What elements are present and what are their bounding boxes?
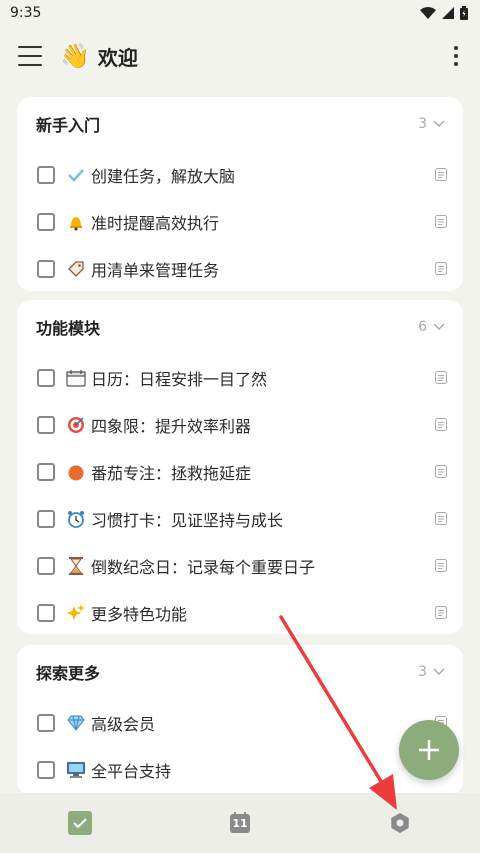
section-title: 探索更多 (36, 664, 101, 683)
task-row[interactable]: 倒数纪念日：记录每个重要日子 (17, 542, 463, 589)
note-icon (435, 215, 447, 228)
task-checkbox[interactable] (37, 760, 55, 779)
task-label: 番茄专注：拯救拖延症 (91, 463, 252, 483)
page-title: 欢迎 (97, 45, 138, 70)
alarm-clock-icon (66, 509, 86, 529)
task-label: 用清单来管理任务 (91, 260, 220, 280)
note-icon (435, 418, 447, 431)
section-count: 3 (418, 116, 427, 132)
section-title: 新手入门 (36, 116, 101, 135)
task-row[interactable]: 高级会员 (17, 699, 463, 746)
task-checkbox[interactable] (37, 212, 55, 231)
chevron-down-icon (433, 120, 445, 128)
section-header[interactable]: 新手入门 3 (17, 97, 463, 151)
sparkles-icon (66, 603, 86, 623)
task-label: 准时提醒高效执行 (91, 213, 220, 233)
task-checkbox[interactable] (37, 165, 55, 184)
note-icon (435, 606, 447, 619)
task-checkbox[interactable] (37, 415, 55, 434)
section-title: 功能模块 (36, 319, 101, 338)
task-label: 倒数纪念日：记录每个重要日子 (91, 557, 316, 577)
checkmark-icon (66, 165, 86, 185)
gem-icon (66, 713, 86, 733)
settings-tab-icon[interactable] (388, 811, 412, 835)
task-row[interactable]: 番茄专注：拯救拖延症 (17, 448, 463, 495)
tomato-icon (66, 462, 86, 482)
wifi-icon (420, 7, 436, 19)
task-checkbox[interactable] (37, 713, 55, 732)
calendar-day-number: 11 (232, 817, 248, 830)
task-row[interactable]: 日历：日程安排一目了然 (17, 354, 463, 401)
note-icon (435, 512, 447, 525)
task-checkbox[interactable] (37, 556, 55, 575)
section-header[interactable]: 功能模块 6 (17, 300, 463, 354)
task-label: 四象限：提升效率利器 (91, 416, 252, 436)
task-checkbox[interactable] (37, 509, 55, 528)
task-checkbox[interactable] (37, 368, 55, 387)
task-row[interactable]: 准时提醒高效执行 (17, 198, 463, 245)
app-bar: 👋 欢迎 (0, 30, 480, 82)
tasks-tab-icon[interactable] (68, 811, 92, 835)
task-row[interactable]: 用清单来管理任务 (17, 245, 463, 291)
section-header[interactable]: 探索更多 3 (17, 645, 463, 699)
chevron-down-icon (433, 668, 445, 676)
calendar-tab-icon[interactable]: 11 (228, 811, 252, 835)
note-icon (435, 371, 447, 384)
section-card-getting-started: 新手入门 3 创建任务，解放大脑 准时提醒高效执行 用清单来管理任务 (17, 97, 463, 291)
tag-icon (66, 259, 86, 279)
section-count: 3 (418, 664, 427, 680)
note-icon (435, 262, 447, 275)
status-bar: 9:35 (0, 0, 480, 26)
note-icon (435, 465, 447, 478)
note-icon (435, 559, 447, 572)
task-checkbox[interactable] (37, 462, 55, 481)
task-row[interactable]: 全平台支持 (17, 746, 463, 793)
section-card-explore: 探索更多 3 高级会员 全平台支持 (17, 645, 463, 795)
task-label: 习惯打卡：见证坚持与成长 (91, 510, 284, 530)
hamburger-menu-icon[interactable] (18, 46, 42, 66)
bell-icon (66, 212, 86, 232)
calendar-icon (66, 368, 86, 388)
add-task-button[interactable] (399, 720, 459, 780)
signal-icon (442, 7, 454, 19)
task-row[interactable]: 创建任务，解放大脑 (17, 151, 463, 198)
task-label: 更多特色功能 (91, 604, 188, 624)
task-checkbox[interactable] (37, 259, 55, 278)
plus-icon (419, 740, 439, 760)
bottom-nav: 11 (0, 793, 480, 853)
section-count: 6 (418, 319, 427, 335)
note-icon (435, 168, 447, 181)
section-card-features: 功能模块 6 日历：日程安排一目了然 四象限：提升效率利器 番茄专注：拯救拖延症… (17, 300, 463, 634)
task-label: 创建任务，解放大脑 (91, 166, 236, 186)
chevron-down-icon (433, 323, 445, 331)
task-checkbox[interactable] (37, 603, 55, 622)
computer-icon (66, 760, 86, 780)
task-label: 全平台支持 (91, 761, 172, 781)
target-icon (66, 415, 86, 435)
task-row[interactable]: 更多特色功能 (17, 589, 463, 634)
task-label: 高级会员 (91, 714, 156, 734)
battery-icon (460, 6, 468, 20)
more-options-icon[interactable] (446, 44, 466, 68)
hourglass-icon (66, 556, 86, 576)
task-label: 日历：日程安排一目了然 (91, 369, 268, 389)
waving-hand-icon: 👋 (60, 42, 90, 70)
task-row[interactable]: 习惯打卡：见证坚持与成长 (17, 495, 463, 542)
task-row[interactable]: 四象限：提升效率利器 (17, 401, 463, 448)
status-time: 9:35 (10, 5, 42, 21)
